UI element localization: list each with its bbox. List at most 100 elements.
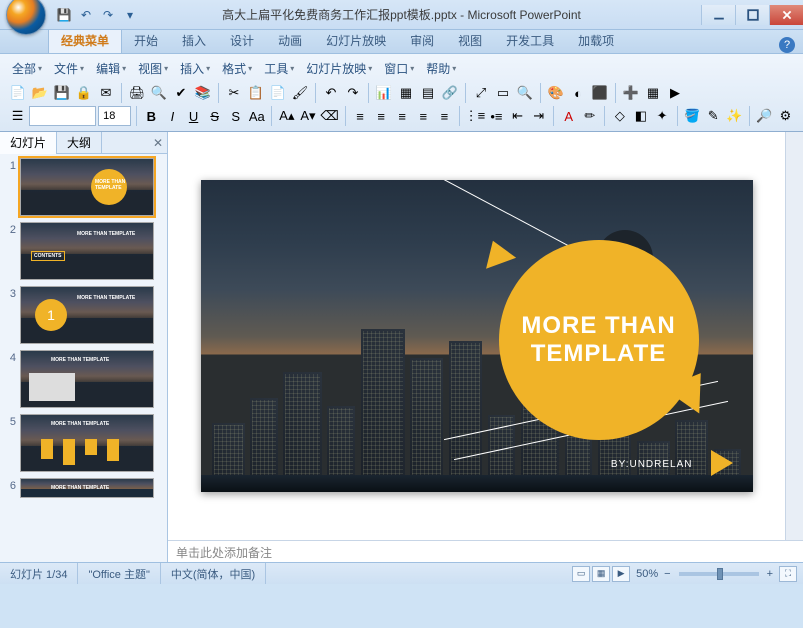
- quick-styles-icon[interactable]: ✦: [652, 106, 671, 126]
- show-icon[interactable]: ▭: [493, 83, 513, 103]
- cut-icon[interactable]: ✂: [224, 83, 244, 103]
- justify-icon[interactable]: ≡: [414, 106, 433, 126]
- underline-icon[interactable]: U: [184, 106, 203, 126]
- email-icon[interactable]: ✉: [96, 83, 116, 103]
- zoom-percent[interactable]: 50%: [636, 568, 658, 580]
- menu-insert[interactable]: 插入▾: [176, 58, 214, 79]
- close-button[interactable]: [769, 5, 803, 25]
- maximize-button[interactable]: [735, 5, 769, 25]
- status-language[interactable]: 中文(简体，中国): [161, 563, 266, 584]
- tab-view[interactable]: 视图: [446, 28, 494, 53]
- tab-animations[interactable]: 动画: [266, 28, 314, 53]
- menu-tools[interactable]: 工具▾: [260, 58, 298, 79]
- format-painter-icon[interactable]: 🖌: [290, 83, 310, 103]
- menu-all[interactable]: 全部▾: [8, 58, 46, 79]
- tab-addins[interactable]: 加载项: [566, 28, 626, 53]
- run-show-icon[interactable]: ▶: [665, 83, 685, 103]
- find-icon[interactable]: 🔎: [755, 106, 774, 126]
- undo-icon[interactable]: ↶: [78, 7, 94, 23]
- blackwhite-icon[interactable]: ⬛: [590, 83, 610, 103]
- minimize-button[interactable]: [701, 5, 735, 25]
- numbering-icon[interactable]: ⋮≡: [465, 106, 485, 126]
- notes-pane[interactable]: 单击此处添加备注: [168, 540, 803, 562]
- highlight-icon[interactable]: ✏: [580, 106, 599, 126]
- fit-window-button[interactable]: ⛶: [779, 566, 797, 582]
- menu-file[interactable]: 文件▾: [50, 58, 88, 79]
- panel-tab-outline[interactable]: 大纲: [57, 132, 102, 154]
- open-icon[interactable]: 📂: [30, 83, 50, 103]
- new-slide-icon[interactable]: ➕: [621, 83, 641, 103]
- insert-hyperlink-icon[interactable]: 🔗: [440, 83, 460, 103]
- tab-classic-menu[interactable]: 经典菜单: [48, 27, 122, 53]
- slide-content[interactable]: LOGO MORE THAN TEMPLATE BY:UNDRELAN: [201, 180, 753, 492]
- slide-canvas[interactable]: LOGO MORE THAN TEMPLATE BY:UNDRELAN: [168, 132, 785, 540]
- font-name-combo[interactable]: [29, 106, 96, 126]
- new-icon[interactable]: 📄: [8, 83, 28, 103]
- slide-thumbnail-1[interactable]: MORE THAN TEMPLATE: [20, 158, 154, 216]
- layout-icon[interactable]: ▦: [643, 83, 663, 103]
- help-icon[interactable]: ?: [779, 37, 795, 53]
- tab-design[interactable]: 设计: [218, 28, 266, 53]
- copy-icon[interactable]: 📋: [246, 83, 266, 103]
- zoom-slider[interactable]: [679, 572, 759, 576]
- vertical-scrollbar[interactable]: [785, 132, 803, 540]
- menu-slideshow[interactable]: 幻灯片放映▾: [302, 58, 376, 79]
- grayscale-icon[interactable]: ◐: [568, 83, 588, 103]
- menu-format[interactable]: 格式▾: [218, 58, 256, 79]
- slide-thumbnail-2[interactable]: MORE THAN TEMPLATE CONTENTS: [20, 222, 154, 280]
- menu-window[interactable]: 窗口▾: [380, 58, 418, 79]
- office-button[interactable]: [6, 0, 46, 35]
- zoom-in-button[interactable]: +: [767, 568, 773, 580]
- shrink-font-icon[interactable]: A▾: [298, 106, 317, 126]
- tab-home[interactable]: 开始: [122, 28, 170, 53]
- normal-view-button[interactable]: ▭: [572, 566, 590, 582]
- slide-thumbnail-6[interactable]: MORE THAN TEMPLATE: [20, 478, 154, 498]
- clear-format-icon[interactable]: ⌫: [320, 106, 340, 126]
- shadow-icon[interactable]: S: [226, 106, 245, 126]
- slide-thumbnail-4[interactable]: MORE THAN TEMPLATE: [20, 350, 154, 408]
- align-left-icon[interactable]: ≡: [350, 106, 369, 126]
- tab-slideshow[interactable]: 幻灯片放映: [314, 28, 398, 53]
- color-icon[interactable]: 🎨: [546, 83, 566, 103]
- qat-dropdown-icon[interactable]: ▾: [122, 7, 138, 23]
- indent-dec-icon[interactable]: ⇤: [508, 106, 527, 126]
- zoom-out-button[interactable]: −: [664, 568, 670, 580]
- sorter-view-button[interactable]: ▦: [592, 566, 610, 582]
- indent-inc-icon[interactable]: ⇥: [529, 106, 548, 126]
- strike-icon[interactable]: S: [205, 106, 224, 126]
- redo-icon[interactable]: ↷: [343, 83, 363, 103]
- slideshow-view-button[interactable]: ▶: [612, 566, 630, 582]
- italic-icon[interactable]: I: [163, 106, 182, 126]
- save-icon[interactable]: 💾: [56, 7, 72, 23]
- shape-outline-icon[interactable]: ✎: [704, 106, 723, 126]
- align-center-icon[interactable]: ≡: [372, 106, 391, 126]
- undo-icon[interactable]: ↶: [321, 83, 341, 103]
- tab-insert[interactable]: 插入: [170, 28, 218, 53]
- bold-icon[interactable]: B: [142, 106, 161, 126]
- bullets-icon[interactable]: ☰: [8, 106, 27, 126]
- grow-font-icon[interactable]: A▴: [277, 106, 296, 126]
- menu-help[interactable]: 帮助▾: [422, 58, 460, 79]
- insert-chart-icon[interactable]: 📊: [374, 83, 394, 103]
- tab-developer[interactable]: 开发工具: [494, 28, 566, 53]
- arrange-icon[interactable]: ◧: [631, 106, 650, 126]
- print-preview-icon[interactable]: 🔍: [149, 83, 169, 103]
- save-icon[interactable]: 💾: [52, 83, 72, 103]
- zoom-icon[interactable]: 🔍: [515, 83, 535, 103]
- permissions-icon[interactable]: 🔒: [74, 83, 94, 103]
- font-size-combo[interactable]: 18: [98, 106, 131, 126]
- paste-icon[interactable]: 📄: [268, 83, 288, 103]
- distribute-icon[interactable]: ≡: [435, 106, 454, 126]
- spelling-icon[interactable]: ✔: [171, 83, 191, 103]
- tab-review[interactable]: 审阅: [398, 28, 446, 53]
- research-icon[interactable]: 📚: [193, 83, 213, 103]
- slide-thumbnail-5[interactable]: MORE THAN TEMPLATE: [20, 414, 154, 472]
- options-icon[interactable]: ⚙: [776, 106, 795, 126]
- panel-tab-slides[interactable]: 幻灯片: [0, 132, 57, 154]
- menu-edit[interactable]: 编辑▾: [92, 58, 130, 79]
- redo-icon[interactable]: ↷: [100, 7, 116, 23]
- bulleting-icon[interactable]: •≡: [487, 106, 506, 126]
- slide-thumbnail-3[interactable]: 1 MORE THAN TEMPLATE: [20, 286, 154, 344]
- align-right-icon[interactable]: ≡: [393, 106, 412, 126]
- expand-icon[interactable]: ⤢: [471, 83, 491, 103]
